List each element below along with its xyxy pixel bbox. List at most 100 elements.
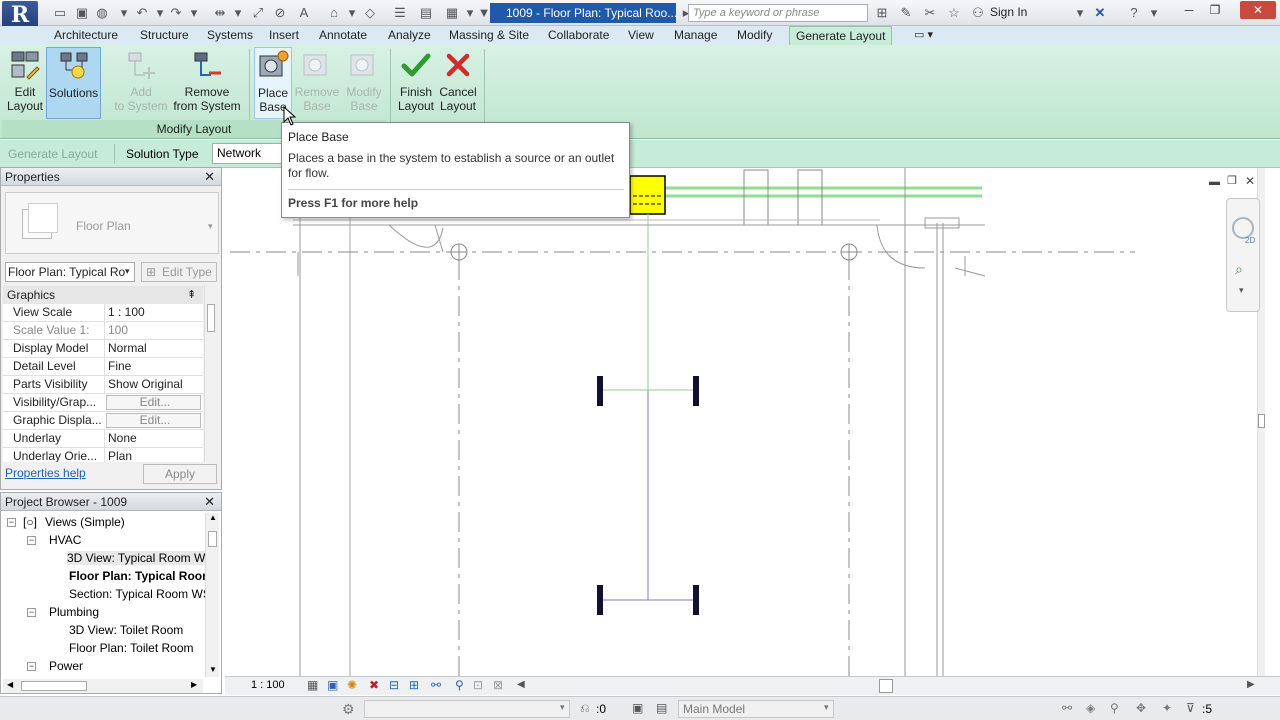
drawing-area[interactable]: ▬ ❐ ✕	[225, 168, 1265, 676]
type-selector-dropdown-icon[interactable]: ▾	[208, 221, 213, 232]
zoom-dropdown-icon[interactable]: ▾	[1239, 285, 1244, 296]
close-window-icon[interactable]: ✕	[1240, 1, 1276, 19]
modify-base-button[interactable]: Modify Base	[340, 47, 388, 119]
select-pinned-icon[interactable]: ⚲	[1110, 701, 1119, 715]
door-leaf[interactable]	[434, 224, 444, 253]
filter-icon[interactable]: ⊽	[1186, 701, 1195, 715]
air-terminal[interactable]	[597, 585, 603, 615]
detail-level-icon[interactable]: ▦	[307, 678, 318, 692]
exclude-options-icon[interactable]: ▤	[656, 701, 667, 715]
graphic-display-edit-button[interactable]: Edit...	[106, 413, 201, 428]
sign-in-button[interactable]: Sign In	[990, 5, 1027, 19]
tab-systems[interactable]: Systems	[201, 26, 259, 45]
property-row[interactable]: View Scale 1 : 100	[3, 304, 203, 322]
redo-dropdown-icon[interactable]: ▾	[186, 5, 202, 21]
sign-in-dropdown-icon[interactable]: ▾	[1072, 5, 1088, 21]
wall-opening[interactable]	[924, 217, 960, 229]
sync-dropdown-icon[interactable]: ▾	[116, 5, 132, 21]
air-terminal[interactable]	[597, 376, 603, 406]
tree-node-3d-view-toilet-room[interactable]: 3D View: Toilet Room	[69, 623, 183, 637]
property-value[interactable]: Plan	[104, 448, 203, 462]
text-icon[interactable]: A	[296, 5, 312, 21]
close-hidden-icon[interactable]: ▤	[418, 5, 434, 21]
property-value[interactable]: Normal	[104, 340, 203, 357]
property-row[interactable]: Underlay Orie... Plan	[3, 448, 203, 462]
type-selector[interactable]: Floor Plan ▾	[5, 192, 219, 254]
property-row[interactable]: Visibility/Grap... Edit...	[3, 394, 203, 412]
subscription-icon[interactable]: ✎	[898, 5, 914, 21]
tab-annotate[interactable]: Annotate	[313, 26, 373, 45]
graphics-section-header[interactable]: Graphics ⇞	[3, 286, 203, 304]
show-crop-icon[interactable]: ⊞	[409, 678, 419, 692]
door-swing[interactable]	[388, 224, 444, 248]
tab-view[interactable]: View	[622, 26, 660, 45]
undo-icon[interactable]: ↶	[134, 5, 150, 21]
edit-layout-button[interactable]: Edit Layout	[3, 47, 47, 119]
tree-node-floor-plan-typical-room[interactable]: Floor Plan: Typical Room	[69, 569, 213, 583]
sun-path-icon[interactable]: ✺	[347, 678, 357, 692]
visibility-graphics-edit-button[interactable]: Edit...	[106, 395, 201, 410]
scroll-up-icon[interactable]: ▲	[209, 513, 217, 522]
tab-collaborate[interactable]: Collaborate	[542, 26, 615, 45]
property-row[interactable]: Display Model Normal	[3, 340, 203, 358]
tab-generate-layout[interactable]: Generate Layout	[789, 26, 893, 45]
property-row[interactable]: Detail Level Fine	[3, 358, 203, 376]
instance-filter-dropdown[interactable]: Floor Plan: Typical Ro	[5, 262, 135, 282]
remove-base-button[interactable]: Remove Base	[294, 47, 340, 119]
cancel-layout-button[interactable]: Cancel Layout	[437, 47, 479, 119]
design-option-dropdown-icon[interactable]: ▾	[824, 702, 829, 713]
tab-analyze[interactable]: Analyze	[382, 26, 437, 45]
wall-line[interactable]	[954, 267, 986, 277]
3d-view-icon[interactable]: ⌂	[326, 5, 342, 21]
add-to-system-button[interactable]: Add to System	[110, 47, 172, 119]
shadows-icon[interactable]: ✖	[369, 678, 379, 692]
visual-style-icon[interactable]: ▣	[327, 678, 338, 692]
redo-icon[interactable]: ↷	[168, 5, 184, 21]
scroll-left-icon[interactable]: ◀	[7, 680, 13, 689]
help-search-input[interactable]: Type a keyword or phrase	[688, 4, 868, 22]
switch-windows-icon[interactable]: ▦	[444, 5, 460, 21]
worksets-icon[interactable]: ⚙	[342, 701, 355, 718]
undo-dropdown-icon[interactable]: ▾	[152, 5, 168, 21]
scroll-right-icon[interactable]: ▶	[191, 680, 197, 689]
reveal-hidden-icon[interactable]: ⚲	[455, 678, 464, 692]
communication-center-icon[interactable]: ✂	[922, 5, 938, 21]
ribbon-minimize-icon[interactable]: ▭ ▾	[908, 26, 939, 45]
remove-from-system-button[interactable]: Remove from System	[170, 47, 244, 119]
property-row[interactable]: Parts Visibility Show Original	[3, 376, 203, 394]
user-icon[interactable]: ⚇	[970, 5, 986, 21]
zoom-region-icon[interactable]: ⌕	[1235, 261, 1243, 278]
base-equipment[interactable]	[629, 175, 666, 215]
view-bar-scroll-right-icon[interactable]: ▶	[1247, 679, 1255, 690]
browser-horizontal-scrollbar[interactable]: ◀ ▶	[3, 679, 203, 693]
tab-massing-site[interactable]: Massing & Site	[443, 26, 535, 45]
tab-insert[interactable]: Insert	[263, 26, 305, 45]
finish-layout-button[interactable]: Finish Layout	[395, 47, 437, 119]
view-minimize-icon[interactable]: ▬	[1209, 176, 1220, 188]
instance-filter-dropdown-icon[interactable]: ▾	[125, 266, 130, 277]
collapse-icon[interactable]: −	[27, 662, 36, 671]
minimize-window-icon[interactable]: ─	[1176, 1, 1202, 19]
property-value[interactable]: None	[104, 430, 203, 447]
tag-icon[interactable]: ⊘	[272, 5, 288, 21]
collapse-icon[interactable]: −	[27, 536, 36, 545]
scroll-thumb[interactable]	[208, 531, 217, 547]
exchange-apps-icon[interactable]: ✕	[1092, 5, 1108, 21]
door-swing[interactable]	[876, 224, 926, 269]
view-scale-button[interactable]: 1 : 100	[251, 679, 285, 691]
workset-dropdown-icon[interactable]: ▾	[560, 702, 565, 713]
select-by-face-icon[interactable]: ✥	[1136, 701, 1146, 715]
air-terminal[interactable]	[693, 585, 699, 615]
crop-view-icon[interactable]: ⊟	[389, 678, 399, 692]
view-close-icon[interactable]: ✕	[1245, 174, 1255, 188]
tab-architecture[interactable]: Architecture	[48, 26, 124, 45]
view-bar-scroll-left-icon[interactable]: ◀	[517, 679, 525, 690]
property-value[interactable]: Fine	[104, 358, 203, 375]
scroll-thumb[interactable]	[21, 681, 87, 691]
view-restore-icon[interactable]: ❐	[1227, 174, 1237, 187]
temporary-view-icon[interactable]: ⊡	[473, 678, 483, 692]
property-row[interactable]: Graphic Displa... Edit...	[3, 412, 203, 430]
select-underlay-icon[interactable]: ◈	[1086, 701, 1095, 715]
help-dropdown-icon[interactable]: ▾	[1146, 5, 1162, 21]
browser-vertical-scrollbar[interactable]: ▲ ▼	[205, 513, 219, 677]
